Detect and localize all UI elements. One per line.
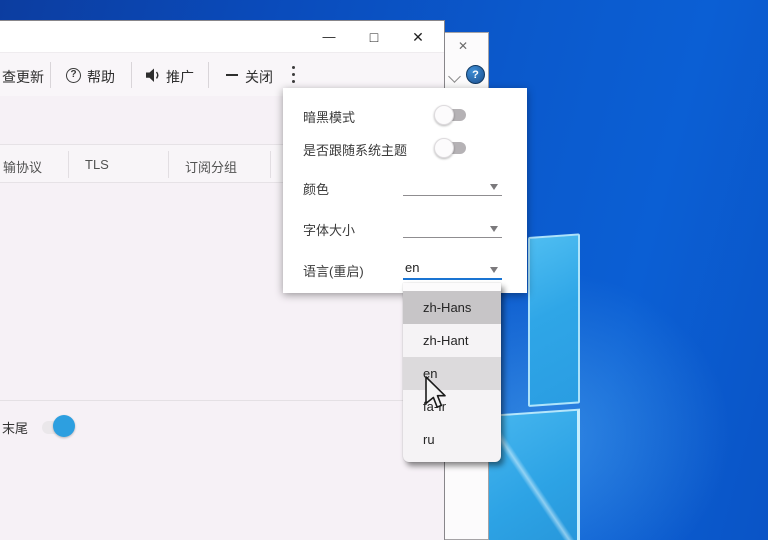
language-label: 语言(重启) xyxy=(303,261,364,280)
close-icon[interactable]: ✕ xyxy=(455,38,471,54)
footer-toggle-label: 末尾 xyxy=(2,418,28,437)
speaker-icon xyxy=(146,68,162,83)
screen: ✕ ? — □ ✕ 查更新 ? 帮助 推广 关闭 输协议 xyxy=(0,0,768,540)
toggle-knob xyxy=(434,105,454,125)
column-header-protocol[interactable]: 输协议 xyxy=(3,157,42,176)
chevron-down-icon[interactable] xyxy=(490,267,498,273)
toggle-knob xyxy=(434,138,454,158)
dropdown-item-ru[interactable]: ru xyxy=(403,423,501,456)
dark-mode-label: 暗黑模式 xyxy=(303,107,355,126)
mouse-cursor xyxy=(425,376,451,410)
toolbar-separator xyxy=(131,62,132,88)
minimize-button[interactable]: — xyxy=(320,28,338,46)
language-combobox-value: en xyxy=(405,260,419,275)
footer-toggle[interactable] xyxy=(42,413,76,439)
dropdown-item-zh-hans[interactable]: zh-Hans xyxy=(403,291,501,324)
kebab-menu-icon[interactable] xyxy=(292,66,296,84)
help-icon[interactable]: ? xyxy=(466,65,485,84)
language-combobox[interactable] xyxy=(403,278,502,280)
minus-icon xyxy=(226,74,238,76)
column-separator xyxy=(270,151,271,178)
check-update-button[interactable]: 查更新 xyxy=(2,67,44,87)
dark-mode-toggle[interactable] xyxy=(434,105,466,125)
toggle-knob xyxy=(53,415,75,437)
dropdown-item-fa-ir[interactable]: fa-Ir xyxy=(403,390,501,423)
column-header-subscription[interactable]: 订阅分组 xyxy=(185,157,237,176)
toolbar-separator xyxy=(50,62,51,88)
column-separator xyxy=(68,151,69,178)
color-label: 颜色 xyxy=(303,179,329,198)
promote-button[interactable]: 推广 xyxy=(166,67,194,87)
follow-system-theme-toggle[interactable] xyxy=(434,138,466,158)
font-size-label: 字体大小 xyxy=(303,220,355,239)
help-circle-icon: ? xyxy=(66,68,81,83)
maximize-button[interactable]: □ xyxy=(365,28,383,46)
close-app-button[interactable]: 关闭 xyxy=(245,67,273,87)
windows-logo-pane-top xyxy=(528,233,580,407)
language-dropdown-list: zh-Hans zh-Hant en fa-Ir ru xyxy=(403,283,501,462)
help-button[interactable]: 帮助 xyxy=(87,67,115,87)
titlebar[interactable]: — □ ✕ xyxy=(0,21,444,52)
content-divider xyxy=(0,400,444,401)
chevron-down-icon[interactable] xyxy=(448,70,461,83)
close-button[interactable]: ✕ xyxy=(409,28,427,46)
dropdown-item-zh-hant[interactable]: zh-Hant xyxy=(403,324,501,357)
column-header-tls[interactable]: TLS xyxy=(85,157,109,172)
dropdown-item-en[interactable]: en xyxy=(403,357,501,390)
settings-popup: 暗黑模式 是否跟随系统主题 颜色 字体大小 语言(重启) en xyxy=(283,88,527,293)
dropdown-top-strip xyxy=(403,283,501,291)
windows-logo-pane-bottom xyxy=(488,409,580,540)
column-separator xyxy=(168,151,169,178)
chevron-down-icon[interactable] xyxy=(490,226,498,232)
toolbar-separator xyxy=(208,62,209,88)
chevron-down-icon[interactable] xyxy=(490,184,498,190)
follow-system-theme-label: 是否跟随系统主题 xyxy=(303,140,407,159)
font-size-combobox[interactable] xyxy=(403,237,502,238)
color-combobox[interactable] xyxy=(403,195,502,196)
